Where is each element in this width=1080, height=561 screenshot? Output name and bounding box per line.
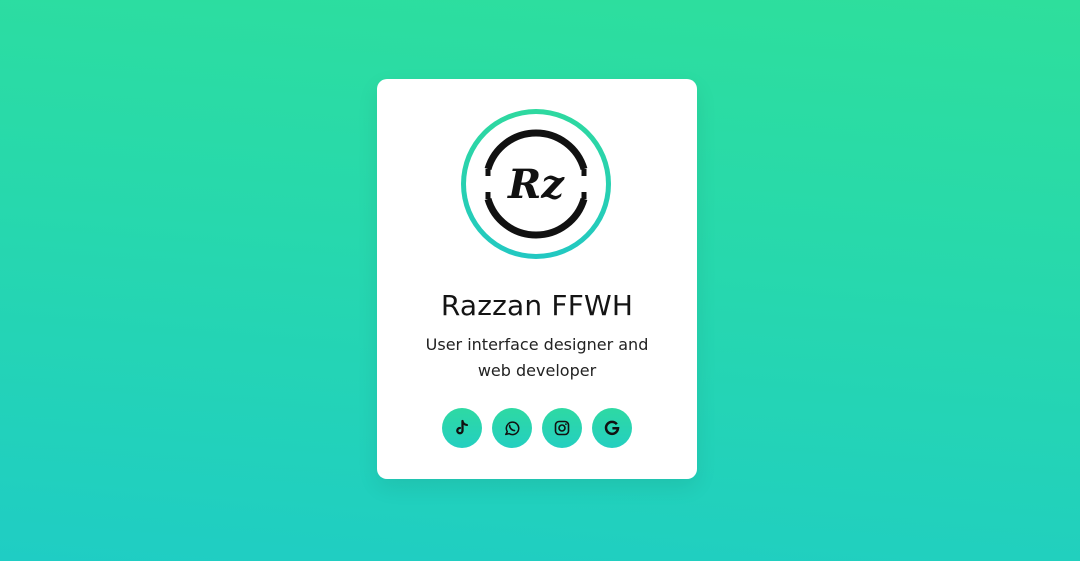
whatsapp-button[interactable]: [492, 408, 532, 448]
tiktok-button[interactable]: [442, 408, 482, 448]
tiktok-icon: [456, 419, 469, 435]
google-button[interactable]: [592, 408, 632, 448]
rz-logo-icon: Rz: [484, 129, 588, 239]
profile-name: Razzan FFWH: [440, 289, 634, 322]
instagram-button[interactable]: [542, 408, 582, 448]
profile-role: User interface designer and web develope…: [425, 335, 649, 380]
instagram-icon: [554, 420, 570, 436]
avatar: Rz: [461, 109, 611, 259]
social-links: [377, 408, 697, 448]
logo-text: Rz: [507, 161, 565, 208]
profile-card: Rz Razzan FFWH User interface designer a…: [377, 79, 697, 479]
avatar-inner: Rz: [466, 114, 606, 254]
whatsapp-icon: [505, 421, 520, 436]
google-icon: [604, 420, 620, 436]
